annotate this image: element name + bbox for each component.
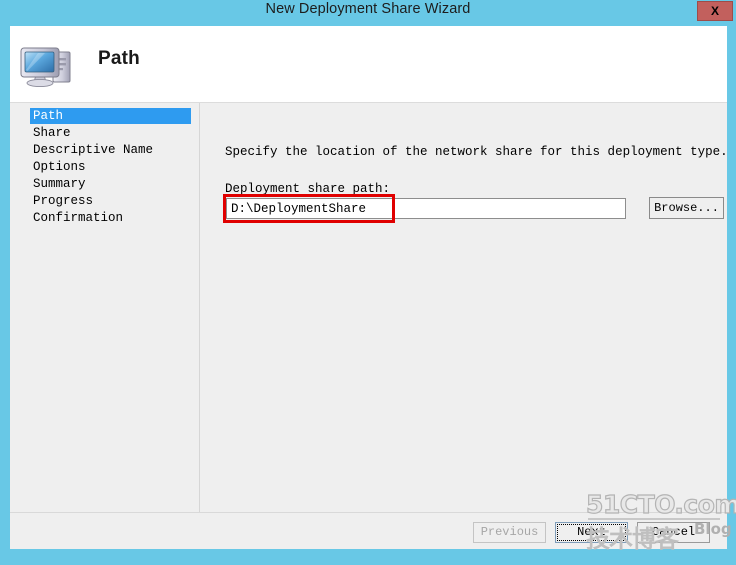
computer-icon [18,42,78,90]
sidebar-item-progress[interactable]: Progress [30,193,191,209]
wizard-header: Path [10,26,727,103]
sidebar-item-share[interactable]: Share [30,125,191,141]
close-button[interactable]: X [697,1,733,21]
sidebar-item-descriptive-name[interactable]: Descriptive Name [30,142,191,158]
page-title: Path [98,48,140,69]
cancel-button[interactable]: Cancel [637,522,710,543]
next-button[interactable]: Next [555,522,628,543]
content-pane: Specify the location of the network shar… [201,103,728,512]
wizard-footer: Previous Next Cancel [10,512,727,549]
wizard-dialog: Path Path Share Descriptive Name Options… [10,26,728,549]
next-button-label: Next [557,524,626,541]
sidebar-item-summary[interactable]: Summary [30,176,191,192]
window-title: New Deployment Share Wizard [265,1,471,17]
previous-button[interactable]: Previous [473,522,546,543]
title-bar: New Deployment Share Wizard X [0,0,736,22]
window-frame: New Deployment Share Wizard X Path Path … [0,0,736,565]
instruction-text: Specify the location of the network shar… [225,145,728,159]
wizard-steps-sidebar: Path Share Descriptive Name Options Summ… [10,103,200,512]
sidebar-item-confirmation[interactable]: Confirmation [30,210,191,226]
deployment-share-path-label: Deployment share path: [225,182,391,196]
sidebar-item-options[interactable]: Options [30,159,191,175]
main-area: Path Share Descriptive Name Options Summ… [10,103,728,512]
browse-button[interactable]: Browse... [649,197,724,219]
deployment-share-path-input[interactable] [226,198,626,219]
sidebar-item-path[interactable]: Path [30,108,191,124]
